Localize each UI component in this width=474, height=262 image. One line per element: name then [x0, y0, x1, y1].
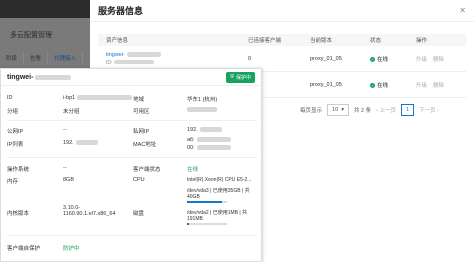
- delete-link[interactable]: 删除: [433, 83, 444, 89]
- client-status-value: 在线: [187, 167, 199, 173]
- col-status: 状态: [370, 38, 382, 44]
- shield-icon: ⛨: [230, 74, 234, 80]
- os-label: 操作系统: [7, 167, 30, 173]
- col-clients: 已连接客户端: [248, 38, 282, 44]
- redacted-text: [35, 74, 72, 80]
- delete-link[interactable]: 删除: [433, 57, 444, 63]
- panel-title: 服务器信息: [98, 6, 144, 16]
- id-value: i-bp1: [63, 95, 76, 101]
- upgrade-link[interactable]: 升级: [416, 57, 427, 63]
- region-value: 华东1 (杭州): [187, 97, 218, 103]
- redacted-text: [126, 51, 161, 57]
- background-tab-1[interactable]: 告警: [24, 52, 49, 64]
- divider: [7, 120, 257, 121]
- memory-value: 8GB: [63, 177, 75, 183]
- cpu-value: Intel(R) Xeon(R) CPU E5-2...: [187, 177, 252, 183]
- protect-badge: ⛨ 保护中: [226, 71, 255, 83]
- version: proxy_01_05: [310, 55, 342, 62]
- redacted-text: [199, 127, 222, 133]
- background-tabs: 阶段 告警 代理接入: [0, 52, 90, 64]
- col-actions: 操作: [416, 38, 428, 44]
- kernel-value: 3.10.0-1160.90.1.el7.x86_64: [63, 205, 116, 217]
- col-asset: 资产信息: [106, 38, 129, 44]
- disk2-text: /dev/vda2 | 已使用1MB | 共191MB: [187, 210, 248, 222]
- disk1-text: /dev/vda3 | 已使用35GB | 共40GB: [187, 188, 250, 200]
- panel-header: 服务器信息 ✕: [90, 0, 474, 22]
- popup-hostname: tingwei-: [7, 73, 34, 81]
- mac-value: a6:: [187, 137, 195, 143]
- version: proxy_01_05: [310, 81, 342, 88]
- private-ip-value: 192.: [187, 127, 198, 133]
- col-version: 当前版本: [310, 38, 333, 44]
- background-topbar: [0, 0, 90, 18]
- disk2-usage-bar: [187, 223, 227, 225]
- check-icon: ✓: [370, 56, 375, 62]
- region-label: 地域: [133, 97, 145, 103]
- prev-page-button[interactable]: ‹ 上一页: [376, 106, 396, 114]
- disk1-usage-bar: [187, 201, 227, 203]
- check-icon: ✓: [370, 82, 375, 88]
- asset-sub: ID:: [106, 59, 113, 66]
- current-page[interactable]: 1: [401, 104, 415, 116]
- group-label: 分组: [7, 109, 19, 115]
- clients-count: 0: [248, 55, 252, 62]
- redacted-text: [77, 95, 133, 101]
- divider: [7, 157, 257, 158]
- divider: [7, 235, 257, 236]
- self-protect-value: 防护中: [63, 246, 80, 252]
- client-status-label: 客户端状态: [133, 167, 161, 173]
- chevron-down-icon: ▾: [341, 107, 345, 113]
- mac-value-2: 00:: [187, 145, 195, 151]
- pagination: 每页显示 10 ▾ 共 2 条 ‹ 上一页 1 下一页 ›: [300, 104, 439, 116]
- close-icon[interactable]: ✕: [459, 6, 466, 15]
- background-tab-2[interactable]: 代理接入: [48, 52, 84, 64]
- public-ip-value: --: [63, 127, 67, 133]
- redacted-text: [196, 145, 231, 151]
- os-value: --: [63, 165, 67, 171]
- group-value: 未分组: [63, 109, 80, 115]
- background-tab-0[interactable]: 阶段: [0, 52, 25, 64]
- redacted-text: [75, 140, 98, 146]
- kernel-label: 内核版本: [7, 211, 30, 217]
- memory-label: 内存: [7, 179, 19, 185]
- self-protect-label: 客户端自保护: [7, 246, 41, 252]
- page-size-select[interactable]: 10 ▾: [327, 104, 350, 116]
- redacted-text: [114, 60, 155, 65]
- popup-header: tingwei- ⛨ 保护中: [1, 69, 261, 86]
- ip-list-label: IP列表: [7, 142, 24, 148]
- id-label: ID: [7, 95, 13, 101]
- status-text: 在线: [377, 56, 389, 63]
- redacted-text: [187, 107, 217, 113]
- redacted-text: [196, 137, 231, 143]
- cpu-label: CPU: [133, 177, 145, 183]
- page-size-label: 每页显示: [300, 108, 323, 114]
- public-ip-label: 公网IP: [7, 129, 24, 135]
- status-text: 在线: [377, 82, 389, 89]
- total-count: 共 2 条: [354, 108, 372, 114]
- background-app-title: 多云配置管理: [10, 32, 52, 39]
- private-ip-label: 私网IP: [133, 129, 150, 135]
- mac-label: MAC地址: [133, 142, 157, 148]
- ip-list-value: 192.: [63, 140, 74, 146]
- asset-name-link[interactable]: tingwei-: [106, 52, 125, 58]
- table-header: 资产信息 已连接客户端 当前版本 状态 操作: [98, 34, 466, 46]
- upgrade-link[interactable]: 升级: [416, 83, 427, 89]
- server-detail-popup: tingwei- ⛨ 保护中 ID i-bp1 地域 华东1 (杭州) 分组 未分…: [0, 68, 262, 262]
- disk-label: 磁盘: [133, 211, 145, 217]
- next-page-button[interactable]: 下一页 ›: [419, 106, 439, 114]
- zone-label: 可用区: [133, 109, 150, 115]
